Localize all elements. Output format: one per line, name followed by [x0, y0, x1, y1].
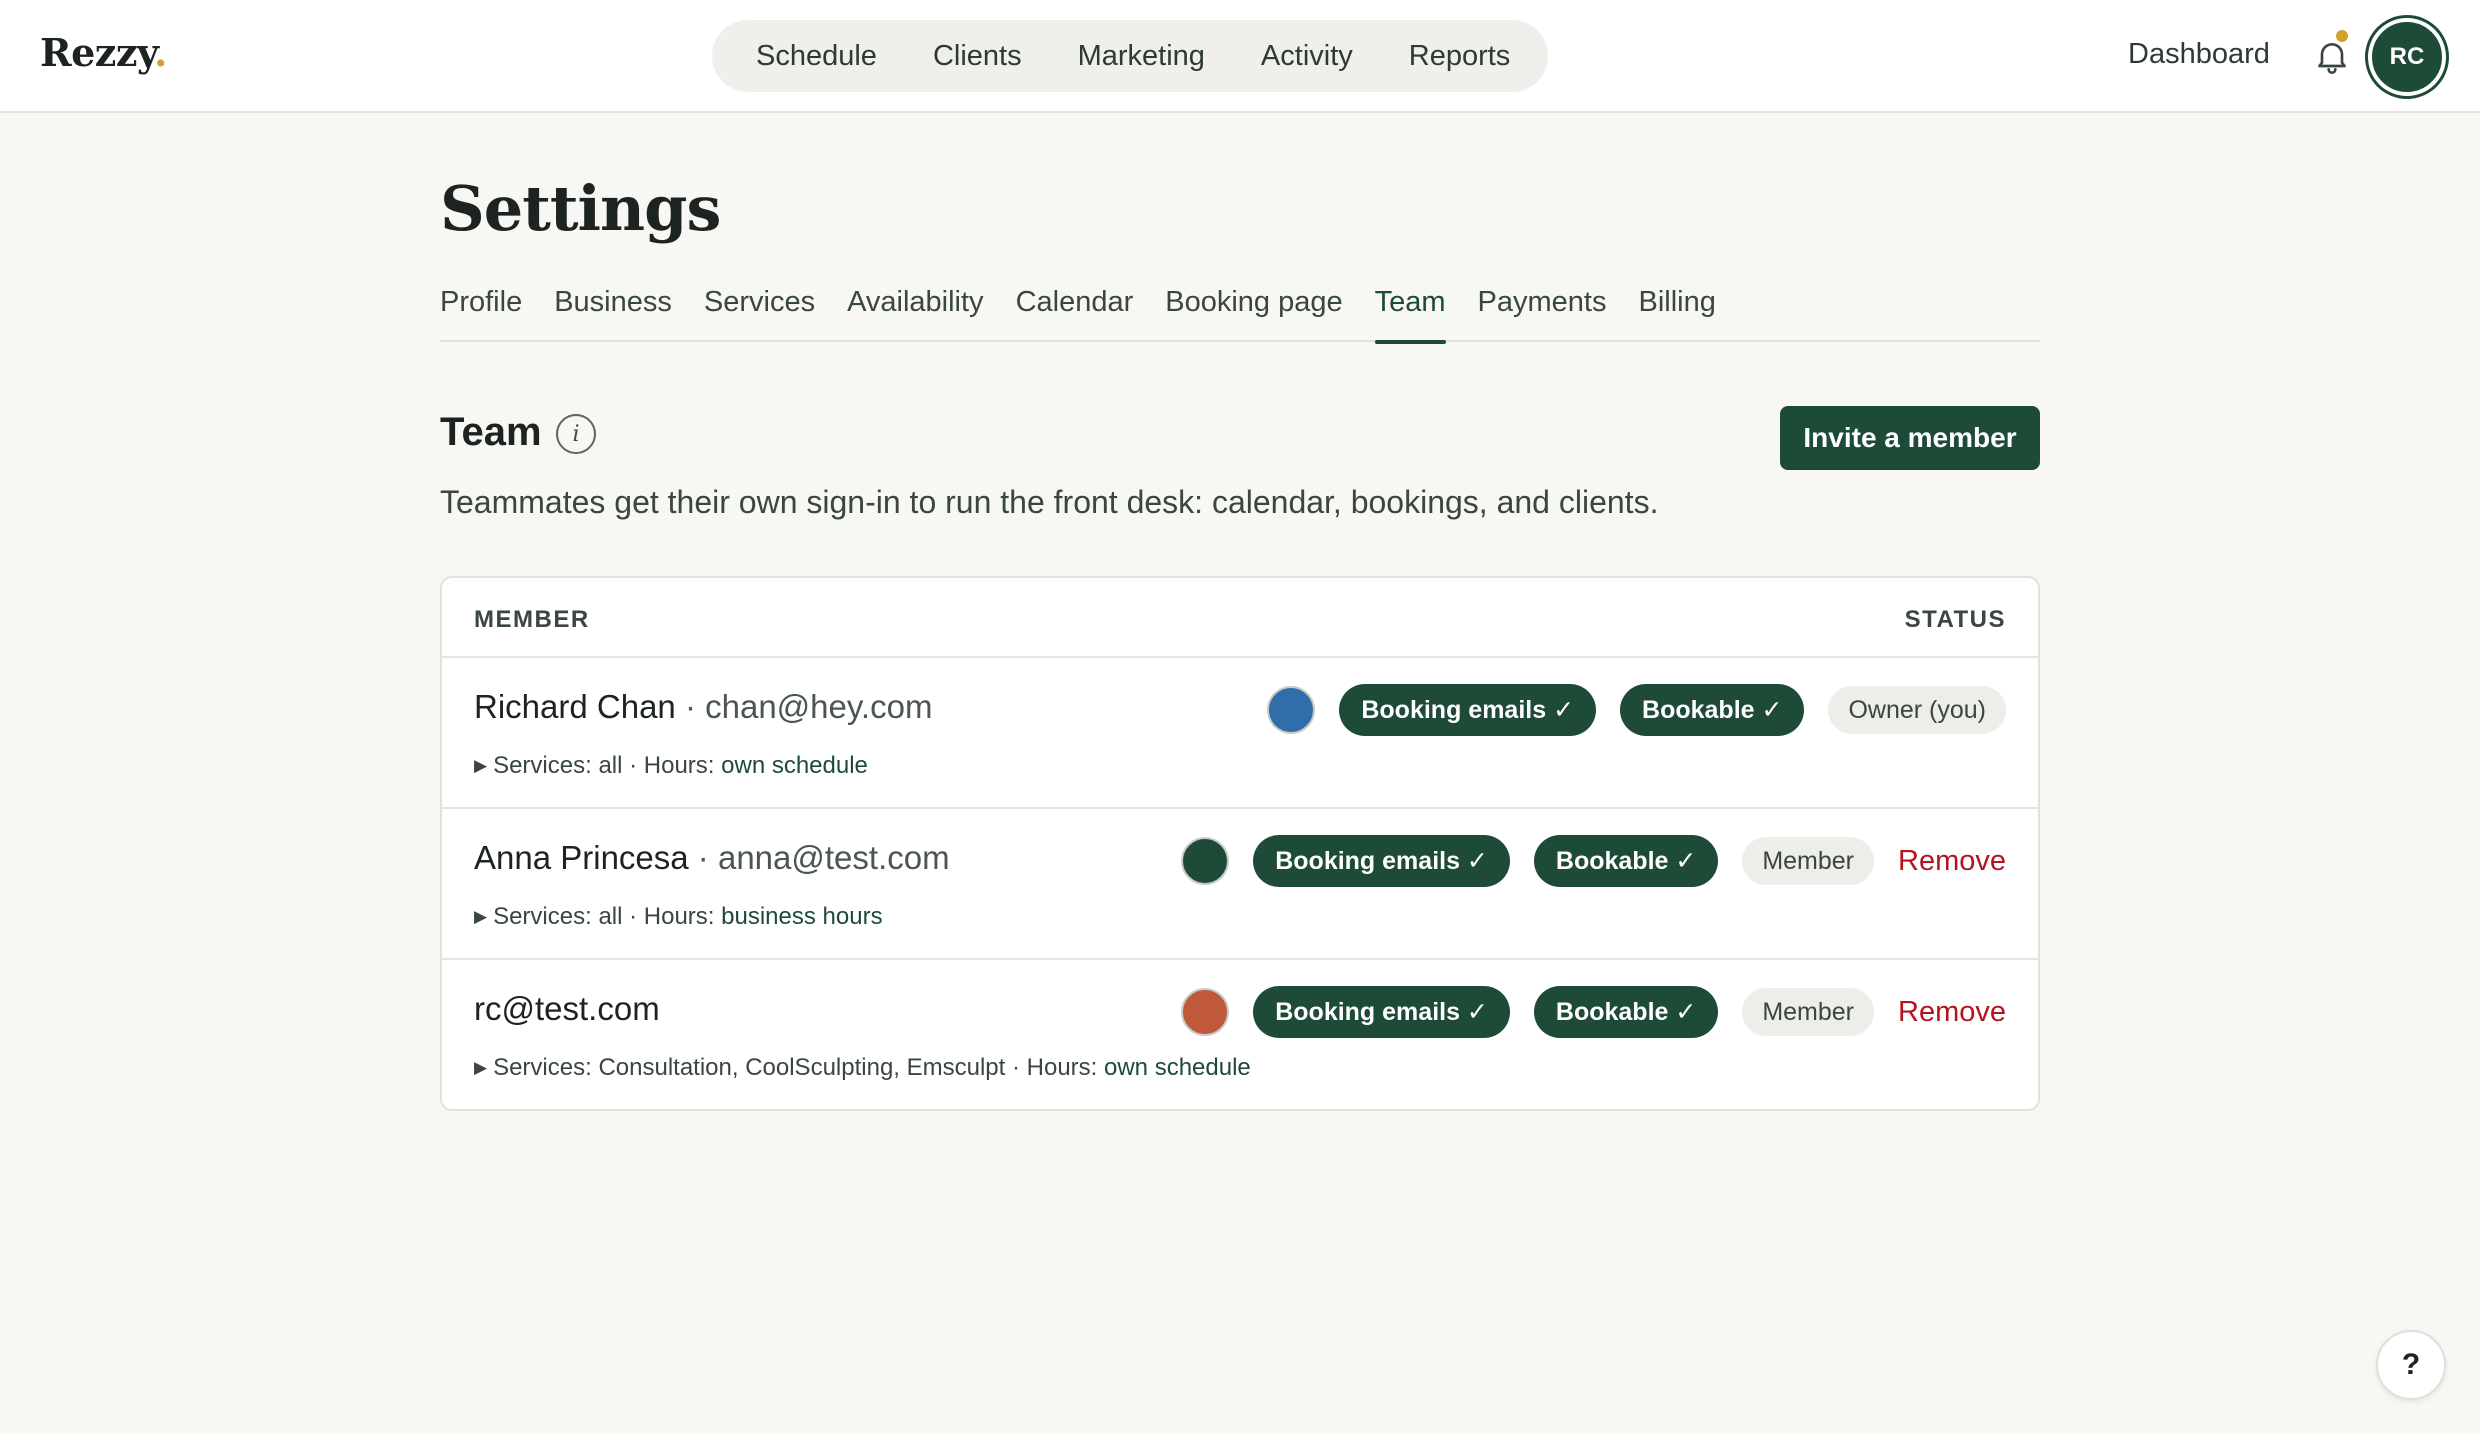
bookable-badge[interactable]: Bookable ✓ [1533, 986, 1719, 1038]
remove-member-button[interactable]: Remove [1898, 996, 2006, 1029]
hours-value: own schedule [1104, 1054, 1251, 1081]
expand-triangle-icon: ▶ [474, 756, 488, 775]
booking-emails-badge[interactable]: Booking emails ✓ [1253, 986, 1510, 1038]
tab-billing[interactable]: Billing [1639, 280, 1716, 342]
services-label: Services: Consultation, CoolSculpting, E… [493, 1054, 1104, 1081]
tab-payments[interactable]: Payments [1478, 280, 1607, 342]
expand-triangle-icon: ▶ [474, 1058, 488, 1077]
hours-value: own schedule [721, 752, 868, 779]
member-name-line: Anna Princesa · anna@test.com [474, 839, 950, 877]
member-name-line: Richard Chan · chan@hey.com [474, 688, 932, 726]
services-label: Services: all · Hours: [493, 903, 722, 930]
member-name-line: rc@test.com [474, 990, 660, 1028]
table-row: Richard Chan · chan@hey.com ▶ Services: a… [442, 658, 2038, 809]
nav-item-activity[interactable]: Activity [1233, 40, 1381, 73]
member-details-toggle[interactable]: ▶ Services: all · Hours: business hours [474, 903, 883, 931]
member-status: Booking emails ✓ Bookable ✓ Member Remov… [1181, 835, 2006, 887]
tab-business[interactable]: Business [554, 280, 672, 342]
member-details-toggle[interactable]: ▶ Services: Consultation, CoolSculpting, … [474, 1054, 1251, 1082]
member-name: Anna Princesa [474, 839, 689, 876]
role-badge: Owner (you) [1828, 686, 2006, 734]
booking-emails-badge[interactable]: Booking emails ✓ [1339, 684, 1597, 736]
tab-services[interactable]: Services [704, 280, 815, 342]
tab-booking-page[interactable]: Booking page [1165, 280, 1342, 342]
notification-dot [2334, 28, 2350, 44]
invite-member-button[interactable]: Invite a member [1780, 406, 2040, 470]
member-status: Booking emails ✓ Bookable ✓ Member Remov… [1181, 986, 2006, 1038]
app-logo[interactable]: Rezzy. [40, 30, 167, 75]
bookable-badge[interactable]: Bookable ✓ [1533, 835, 1719, 887]
column-header-status: STATUS [1904, 606, 2006, 633]
name-separator: · [675, 688, 706, 725]
member-email: anna@test.com [717, 839, 950, 876]
table-header: MEMBER STATUS [442, 578, 2038, 658]
page-title: Settings [440, 172, 721, 245]
tab-team[interactable]: Team [1374, 280, 1446, 344]
tab-profile[interactable]: Profile [440, 280, 522, 342]
team-section-title: Team [440, 410, 542, 454]
nav-item-reports[interactable]: Reports [1381, 40, 1539, 73]
nav-item-schedule[interactable]: Schedule [742, 40, 905, 73]
main-nav: Schedule Clients Marketing Activity Repo… [712, 20, 1548, 92]
table-row: rc@test.com ▶ Services: Consultation, Coo… [442, 960, 2038, 1109]
team-table: MEMBER STATUS Richard Chan · chan@hey.co… [440, 576, 2040, 1111]
nav-item-marketing[interactable]: Marketing [1050, 40, 1233, 73]
name-separator: · [688, 839, 718, 876]
info-icon[interactable]: i [556, 414, 596, 454]
help-button[interactable]: ? [2376, 1330, 2446, 1400]
tab-availability[interactable]: Availability [847, 280, 983, 342]
hours-value: business hours [721, 903, 883, 930]
member-details-toggle[interactable]: ▶ Services: all · Hours: own schedule [474, 752, 868, 780]
member-color-swatch[interactable] [1181, 837, 1230, 885]
member-status: Booking emails ✓ Bookable ✓ Owner (you) [1267, 684, 2006, 736]
top-bar: Rezzy. Schedule Clients Marketing Activi… [0, 0, 2480, 113]
dashboard-link[interactable]: Dashboard [2128, 38, 2270, 71]
member-name: Richard Chan [474, 688, 676, 725]
services-label: Services: all · Hours: [493, 752, 722, 779]
nav-item-clients[interactable]: Clients [905, 40, 1050, 73]
team-description: Teammates get their own sign-in to run t… [440, 484, 1659, 520]
expand-triangle-icon: ▶ [474, 907, 488, 926]
member-color-swatch[interactable] [1181, 988, 1230, 1036]
member-color-swatch[interactable] [1267, 686, 1316, 734]
role-badge: Member [1742, 837, 1874, 885]
member-email: chan@hey.com [705, 688, 933, 725]
user-avatar[interactable]: RC [2368, 18, 2446, 96]
role-badge: Member [1742, 988, 1874, 1036]
tab-calendar[interactable]: Calendar [1016, 280, 1134, 342]
settings-tabs: Profile Business Services Availability C… [440, 280, 2040, 344]
bookable-badge[interactable]: Bookable ✓ [1620, 684, 1805, 736]
member-name: rc@test.com [474, 990, 660, 1027]
booking-emails-badge[interactable]: Booking emails ✓ [1253, 835, 1510, 887]
table-row: Anna Princesa · anna@test.com ▶ Services:… [442, 809, 2038, 960]
remove-member-button[interactable]: Remove [1898, 845, 2006, 878]
column-header-member: MEMBER [474, 606, 590, 633]
